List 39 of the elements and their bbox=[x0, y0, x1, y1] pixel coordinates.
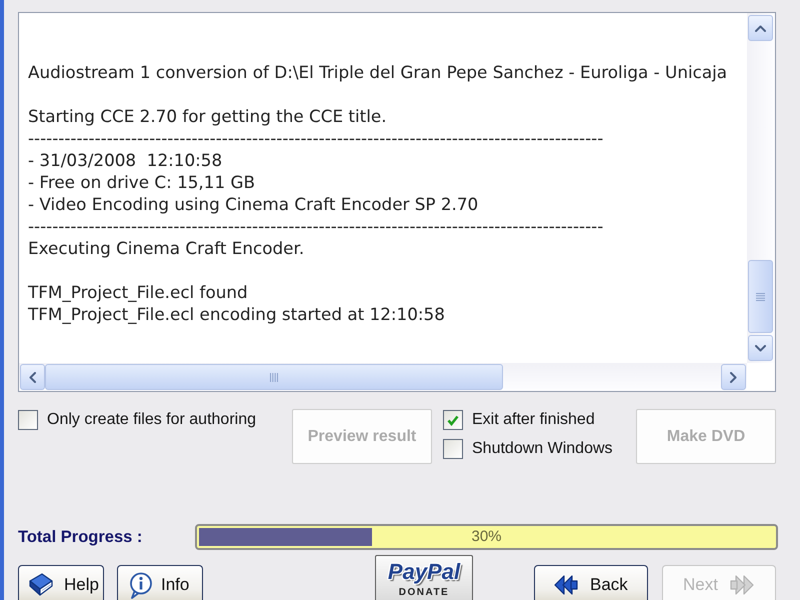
log-line: ----------------------------------------------------------------------------------------------- bbox=[28, 127, 604, 149]
help-button[interactable]: Help bbox=[18, 565, 104, 600]
scroll-left-button[interactable] bbox=[20, 364, 45, 390]
donate-button[interactable]: PayPal DONATE bbox=[375, 555, 473, 600]
scrollbar-thumb[interactable] bbox=[748, 260, 773, 333]
log-line: - 31/03/2008 12:10:58 bbox=[28, 149, 224, 171]
grip-icon bbox=[756, 292, 765, 300]
scroll-right-button[interactable] bbox=[721, 364, 746, 390]
checkbox-label[interactable]: Exit after finished bbox=[472, 410, 595, 430]
log-line: - Free on drive C: 15,11 GB bbox=[28, 171, 256, 193]
info-icon bbox=[128, 572, 153, 598]
chevron-up-icon bbox=[755, 24, 766, 32]
log-line: Starting CCE 2.70 for getting the CCE title. bbox=[28, 105, 388, 127]
log-line: ----------------------------------------------------------------------------------------------- bbox=[28, 215, 604, 237]
scroll-down-button[interactable] bbox=[748, 335, 773, 361]
grip-icon bbox=[270, 372, 278, 382]
back-button[interactable]: Back bbox=[534, 565, 648, 600]
checkmark-icon bbox=[447, 414, 459, 426]
scroll-up-button[interactable] bbox=[748, 15, 773, 41]
book-icon bbox=[27, 572, 54, 598]
log-line: TFM_Project_File.ecl encoding started at 12:10:58 bbox=[28, 303, 446, 325]
log-line: Audiostream 1 conversion of D:\El Triple del Gran Pepe Sanchez - Euroliga - Unicaja bbox=[28, 61, 728, 83]
scrollbar-thumb[interactable] bbox=[45, 364, 503, 390]
chevron-down-icon bbox=[755, 344, 766, 352]
info-button[interactable]: Info bbox=[117, 565, 203, 600]
double-arrow-right-icon bbox=[730, 574, 754, 596]
checkbox[interactable] bbox=[443, 410, 463, 430]
checkbox[interactable] bbox=[443, 439, 463, 459]
log-line: Executing Cinema Craft Encoder. bbox=[28, 237, 306, 259]
checkbox-label[interactable]: Only create files for authoring bbox=[47, 410, 256, 430]
chevron-left-icon bbox=[29, 372, 36, 382]
double-arrow-left-icon bbox=[554, 574, 578, 596]
chevron-right-icon bbox=[730, 372, 737, 382]
progress-percentage: 30% bbox=[471, 528, 502, 546]
checkbox-label[interactable]: Shutdown Windows bbox=[472, 439, 613, 459]
log-line: - Video Encoding using Cinema Craft Encoder SP 2.70 bbox=[28, 193, 480, 215]
checkbox[interactable] bbox=[18, 410, 38, 430]
log-line: TFM_Project_File.ecl found bbox=[28, 281, 249, 303]
progress-label: Total Progress : bbox=[18, 526, 144, 548]
